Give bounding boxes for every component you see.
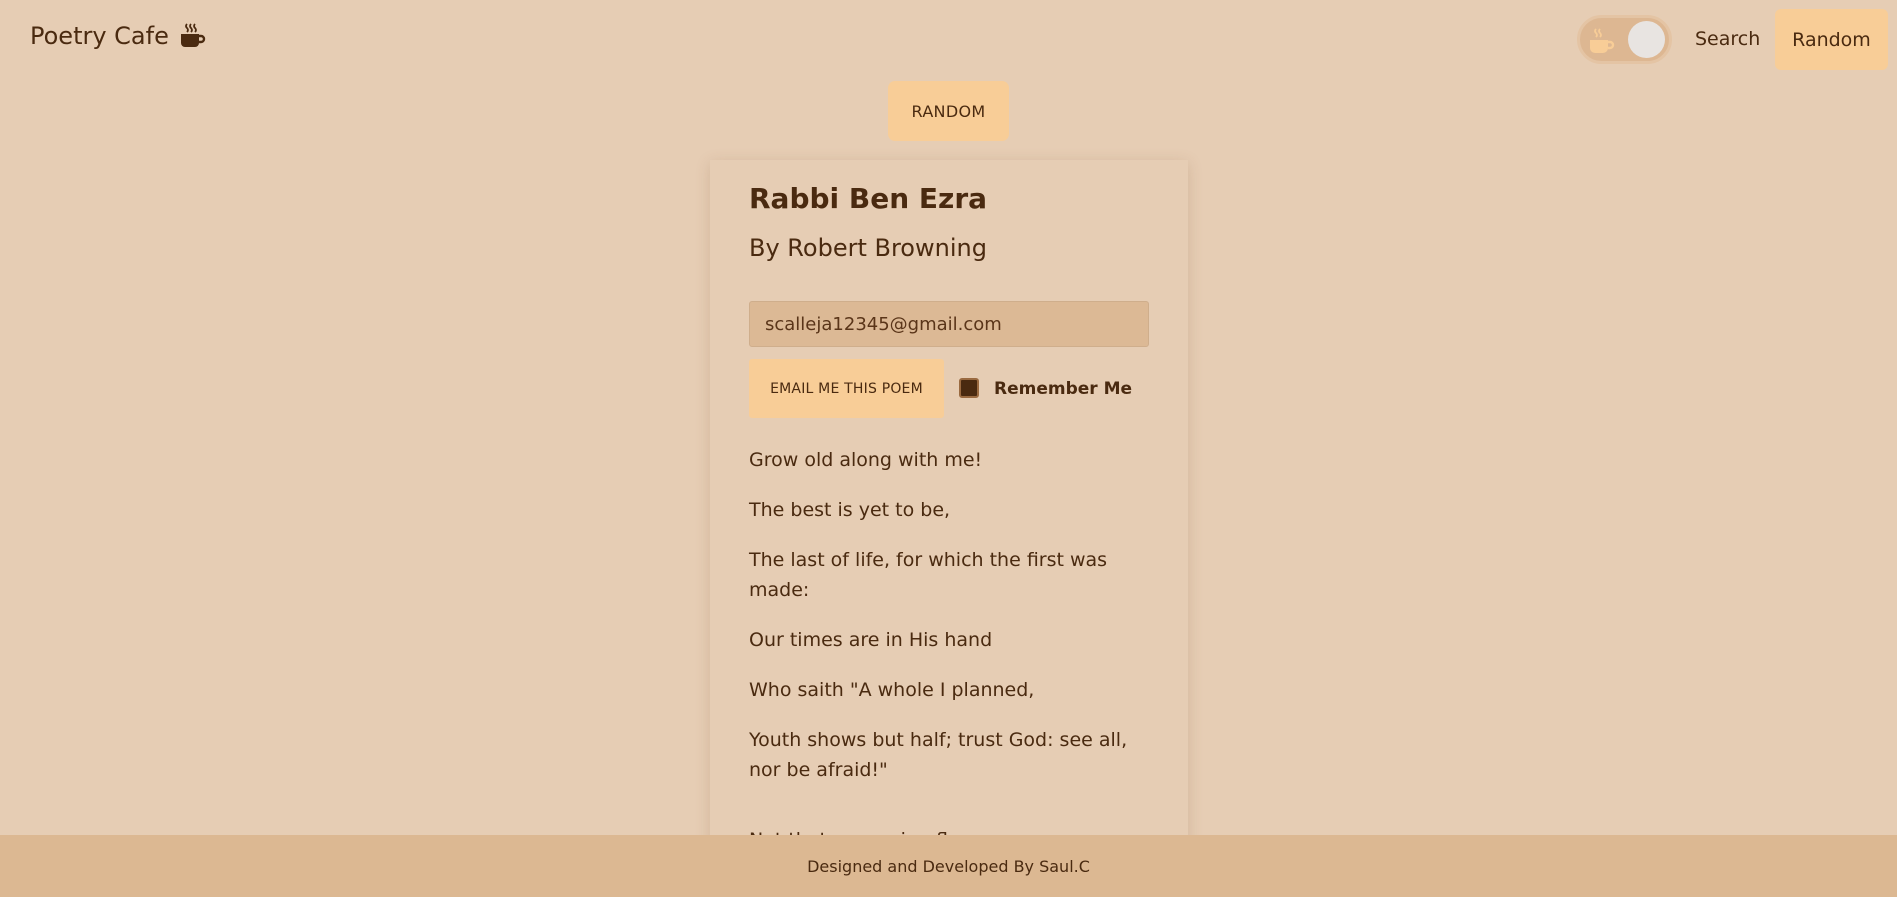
toggle-knob[interactable] — [1628, 21, 1665, 58]
brand-logo[interactable]: Poetry Cafe — [30, 22, 206, 50]
theme-toggle[interactable] — [1577, 15, 1672, 64]
coffee-cup-icon — [1586, 26, 1618, 58]
poem-author: By Robert Browning — [749, 234, 987, 262]
poem-title: Rabbi Ben Ezra — [749, 182, 988, 215]
footer: Designed and Developed By Saul.C — [0, 835, 1897, 897]
email-input[interactable] — [749, 301, 1149, 347]
brand-title: Poetry Cafe — [30, 22, 169, 50]
remember-me-label: Remember Me — [994, 379, 1133, 399]
poem-line: Youth shows but half; trust God: see all… — [749, 729, 1128, 781]
coffee-cup-icon — [178, 22, 206, 50]
remember-me-checkbox[interactable] — [959, 378, 979, 398]
footer-credit: Designed and Developed By Saul.C — [807, 856, 1090, 876]
nav-random-button[interactable]: Random — [1775, 9, 1888, 70]
page: Poetry Cafe Search Random RANDOM Rabbi B… — [0, 0, 1897, 897]
email-poem-button[interactable]: EMAIL ME THIS POEM — [749, 359, 944, 418]
nav-search-link[interactable]: Search — [1695, 28, 1760, 50]
poem-body: Grow old along with me! The best is yet … — [749, 445, 1154, 875]
poem-line: The last of life, for which the first wa… — [749, 549, 1108, 601]
poem-line: Who saith "A whole I planned, — [749, 679, 1035, 701]
poem-card: Rabbi Ben Ezra By Robert Browning EMAIL … — [710, 160, 1188, 860]
poem-line: The best is yet to be, — [749, 499, 951, 521]
poem-line: Our times are in His hand — [749, 629, 993, 651]
random-poem-button[interactable]: RANDOM — [888, 81, 1009, 141]
poem-line: Grow old along with me! — [749, 449, 983, 471]
